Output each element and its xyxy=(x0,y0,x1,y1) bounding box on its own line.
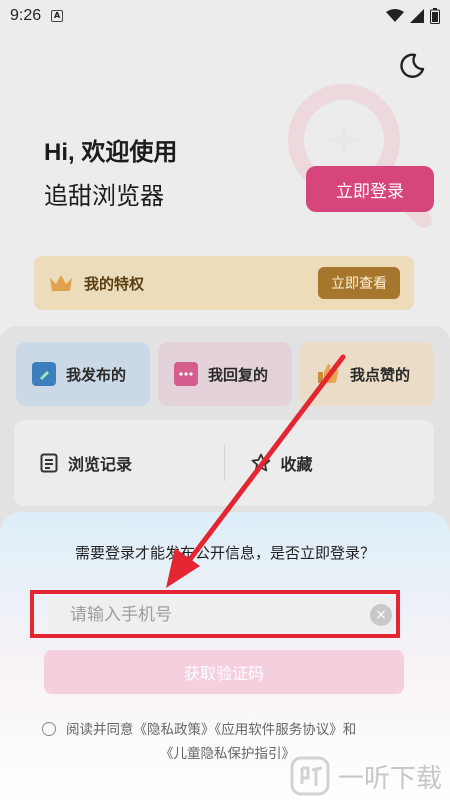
privilege-banner[interactable]: 我的特权 立即查看 xyxy=(34,256,414,310)
privilege-title: 我的特权 xyxy=(84,274,145,293)
agree-radio[interactable] xyxy=(42,722,56,736)
battery-icon xyxy=(430,8,440,24)
clear-input-icon[interactable]: × xyxy=(370,604,392,626)
star-icon xyxy=(251,453,270,472)
watermark: 一听下载 xyxy=(290,756,442,796)
notification-a-icon: A xyxy=(51,10,64,22)
thumbs-up-icon xyxy=(316,362,340,386)
agreement-line-1[interactable]: 阅读并同意《隐私政策》《应用软件服务协议》和 xyxy=(66,722,356,738)
dark-mode-moon-icon[interactable] xyxy=(398,52,426,80)
watermark-text: 一听下载 xyxy=(338,763,443,794)
my-replies-label: 我回复的 xyxy=(208,365,269,384)
highlight-box: × xyxy=(30,590,400,638)
greeting-title: Hi, 欢迎使用 xyxy=(44,139,178,166)
phone-field[interactable]: × xyxy=(48,598,394,632)
favorites-item[interactable]: 收藏 xyxy=(225,451,435,475)
favorites-label: 收藏 xyxy=(280,455,313,474)
browse-history-item[interactable]: 浏览记录 xyxy=(14,451,224,475)
my-likes-tile[interactable]: 我点赞的 xyxy=(300,342,434,406)
crown-icon xyxy=(50,275,72,291)
watermark-logo-icon xyxy=(290,756,330,796)
chat-icon xyxy=(174,362,198,386)
status-time: 9:26 xyxy=(10,7,42,24)
my-replies-tile[interactable]: 我回复的 xyxy=(158,342,292,406)
status-bar: 9:26 A xyxy=(0,0,450,32)
wifi-icon xyxy=(386,9,404,22)
records-card: 浏览记录 收藏 xyxy=(14,420,434,506)
history-list-icon xyxy=(40,453,58,473)
phone-input[interactable] xyxy=(70,605,350,625)
signal-icon xyxy=(410,9,424,23)
my-posts-label: 我发布的 xyxy=(66,365,127,384)
my-posts-tile[interactable]: 我发布的 xyxy=(16,342,150,406)
get-verification-code-button[interactable]: 获取验证码 xyxy=(44,650,404,694)
login-button[interactable]: 立即登录 xyxy=(306,166,434,212)
login-prompt: 需要登录才能发布公开信息，是否立即登录？ xyxy=(74,544,375,562)
browse-history-label: 浏览记录 xyxy=(68,455,133,474)
view-now-button[interactable]: 立即查看 xyxy=(318,267,400,299)
edit-icon xyxy=(32,362,56,386)
app-name: 追甜浏览器 xyxy=(44,182,164,210)
my-likes-label: 我点赞的 xyxy=(350,365,411,384)
agreement-line-2[interactable]: 《儿童隐私保护指引》 xyxy=(160,746,295,762)
